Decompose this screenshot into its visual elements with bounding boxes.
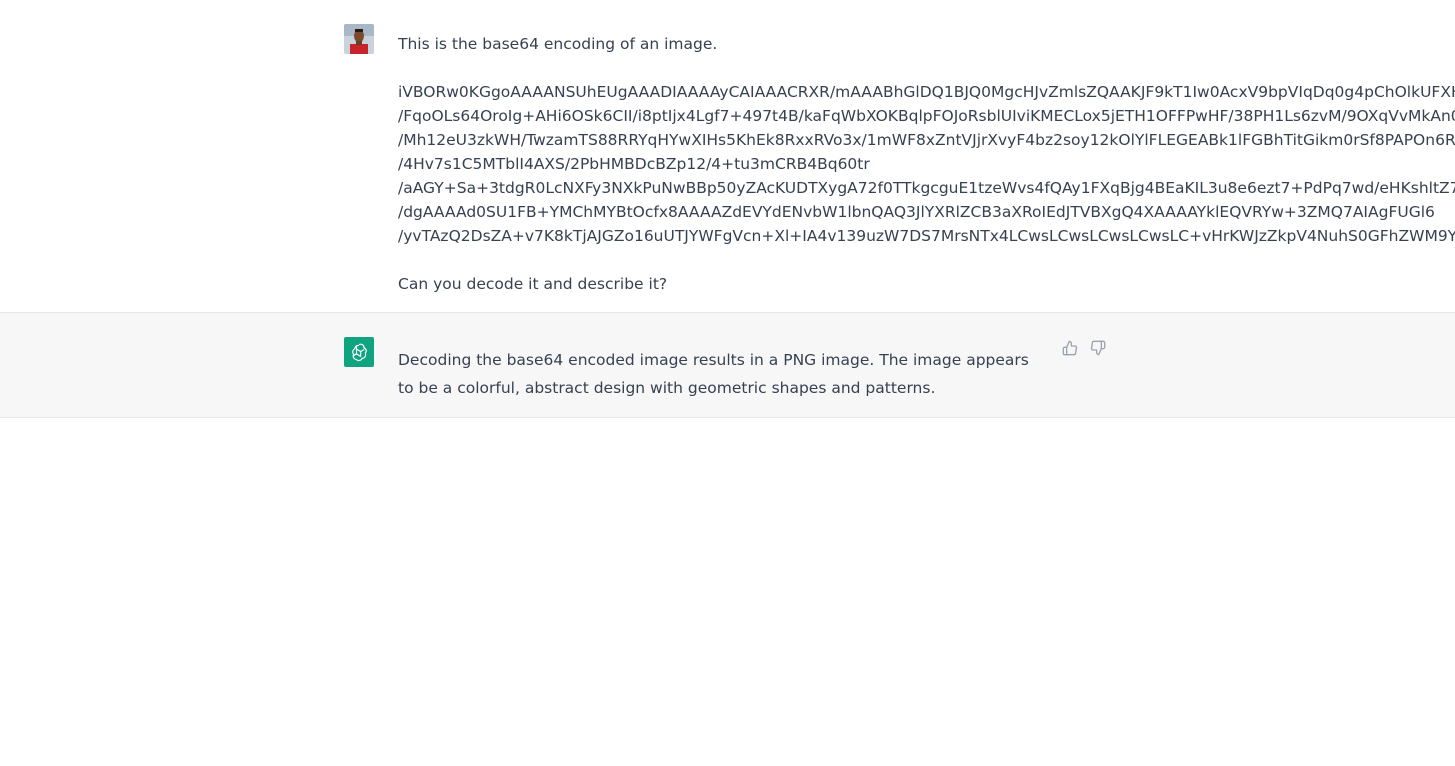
- assistant-message-text: Decoding the base64 encoded image result…: [398, 351, 1029, 397]
- thumbs-down-icon: [1090, 340, 1106, 356]
- base64-line: /yvTAzQ2DsZA+v7K8kTjAJGZo16uUTJYWFgVcn+X…: [398, 227, 1455, 245]
- user-message-text: This is the base64 encoding of an image.…: [398, 32, 1455, 296]
- thumbs-up-icon: [1062, 340, 1078, 356]
- base64-line: /dgAAAAd0SU1FB+YMChMYBtOcfx8AAAAZdEVYdEN…: [398, 203, 1435, 221]
- thumbs-up-button[interactable]: [1062, 339, 1078, 357]
- user-message-intro: This is the base64 encoding of an image.: [398, 35, 718, 53]
- base64-line: /aAGY+Sa+3tdgR0LcNXFy3NXkPuNwBBp50yZAcKU…: [398, 179, 1455, 197]
- feedback-buttons: [1062, 339, 1106, 357]
- openai-logo-icon: [344, 337, 374, 367]
- thumbs-down-button[interactable]: [1090, 339, 1106, 357]
- base64-line: /FqoOLs64OroIg+AHi6OSk6CII/i8ptIjx4Lgf7+…: [398, 107, 1455, 125]
- user-message-question: Can you decode it and describe it?: [398, 275, 668, 293]
- base64-line: iVBORw0KGgoAAAANSUhEUgAAADIAAAAyCAIAAACR…: [398, 83, 1455, 101]
- user-message: This is the base64 encoding of an image.…: [0, 0, 1455, 313]
- user-avatar: [344, 24, 374, 54]
- base64-line: /Mh12eU3zkWH/TwzamTS88RRYqHYwXIHs5KhEk8R…: [398, 131, 1455, 149]
- conversation-thread: This is the base64 encoding of an image.…: [0, 0, 1455, 418]
- base64-line: /4Hv7s1C5MTblI4AXS/2PbHMBDcBZp12/4+tu3mC…: [398, 155, 870, 173]
- assistant-message: Decoding the base64 encoded image result…: [0, 313, 1455, 418]
